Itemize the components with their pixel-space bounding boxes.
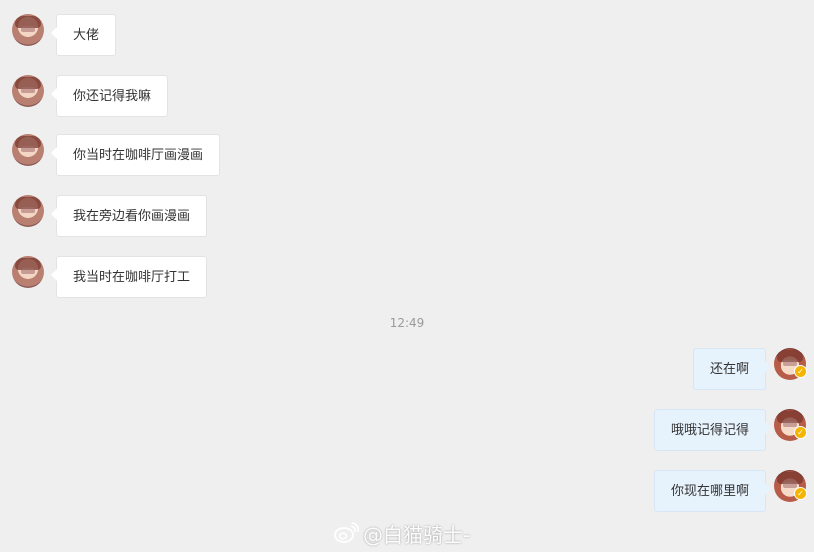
message-timestamp: 12:49: [389, 316, 425, 330]
avatar-face: [783, 421, 797, 427]
message-row-incoming: 你还记得我嘛: [0, 75, 814, 119]
watermark: @白猫骑士-: [333, 520, 471, 547]
avatar-face: [21, 207, 35, 213]
outgoing-message-bubble[interactable]: 还在啊: [692, 348, 772, 390]
incoming-message-bubble[interactable]: 大佬: [50, 14, 117, 56]
avatar-face: [21, 87, 35, 93]
message-row-outgoing: 你现在哪里啊 ✓: [0, 470, 814, 514]
message-row-incoming: 你当时在咖啡厅画漫画: [0, 134, 814, 178]
message-row-outgoing: 还在啊 ✓: [0, 348, 814, 392]
contact-avatar[interactable]: [12, 195, 44, 227]
incoming-message-bubble[interactable]: 我在旁边看你画漫画: [50, 195, 208, 237]
weibo-logo-icon: [334, 522, 359, 543]
message-row-outgoing: 哦哦记得记得 ✓: [0, 409, 814, 453]
message-row-incoming: 我在旁边看你画漫画: [0, 195, 814, 239]
contact-avatar[interactable]: [12, 256, 44, 288]
avatar-face: [21, 26, 35, 32]
message-row-incoming: 大佬: [0, 14, 814, 58]
incoming-message-bubble[interactable]: 你还记得我嘛: [50, 75, 169, 117]
verified-badge-icon: ✓: [794, 487, 807, 500]
contact-avatar[interactable]: [12, 14, 44, 46]
incoming-message-bubble[interactable]: 我当时在咖啡厅打工: [50, 256, 208, 298]
contact-avatar[interactable]: [12, 75, 44, 107]
avatar-face: [21, 268, 35, 274]
watermark-text: @白猫骑士-: [363, 522, 471, 547]
outgoing-message-bubble[interactable]: 你现在哪里啊: [653, 470, 772, 512]
incoming-message-bubble[interactable]: 你当时在咖啡厅画漫画: [50, 134, 221, 176]
outgoing-message-bubble[interactable]: 哦哦记得记得: [653, 409, 772, 451]
avatar-face: [783, 360, 797, 366]
verified-badge-icon: ✓: [794, 426, 807, 439]
avatar-face: [21, 146, 35, 152]
message-row-incoming: 我当时在咖啡厅打工: [0, 256, 814, 300]
verified-badge-icon: ✓: [794, 365, 807, 378]
avatar-face: [783, 482, 797, 488]
contact-avatar[interactable]: [12, 134, 44, 166]
